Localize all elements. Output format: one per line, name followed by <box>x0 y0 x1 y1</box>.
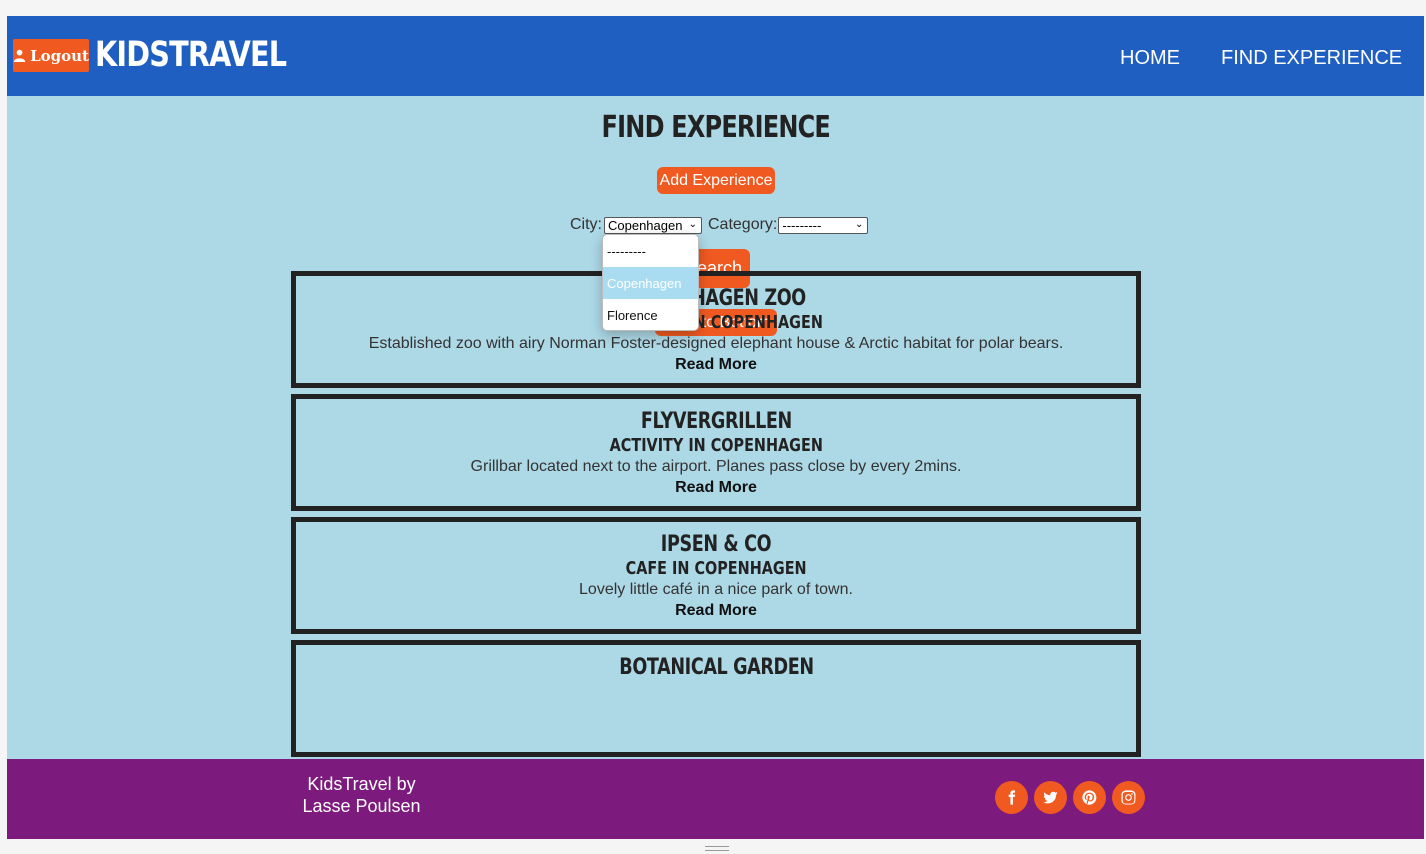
footer-line-1: KidsTravel by <box>307 774 416 794</box>
site-header: Logout KIDSTRAVEL HOME FIND EXPERIENCE <box>7 16 1424 96</box>
experience-subtitle: CAFE IN COPENHAGEN <box>625 558 807 579</box>
chevron-down-icon: ⌄ <box>854 218 864 230</box>
logout-button[interactable]: Logout <box>13 39 89 72</box>
city-option-florence[interactable]: Florence <box>603 299 698 330</box>
add-experience-button[interactable]: Add Experience <box>657 167 775 194</box>
experience-title: BOTANICAL GARDEN <box>618 655 814 680</box>
city-option-none[interactable]: --------- <box>603 235 698 267</box>
user-icon <box>13 49 26 63</box>
experience-card: COPENHAGEN ZOO ACTIVITY IN COPENHAGEN Es… <box>291 271 1141 388</box>
city-select-value: Copenhagen <box>608 217 683 233</box>
site-footer: KidsTravel by Lasse Poulsen <box>7 759 1424 839</box>
brand-logo[interactable]: KIDSTRAVEL <box>95 35 287 75</box>
filter-form: City: Copenhagen ⌄ Category: --------- ⌄ <box>570 216 869 234</box>
logout-label: Logout <box>30 46 89 65</box>
experience-title: COPENHAGEN ZOO <box>625 286 807 311</box>
resize-grip-icon[interactable] <box>705 846 729 851</box>
category-select-value: --------- <box>782 217 822 233</box>
nav-home[interactable]: HOME <box>1120 47 1180 70</box>
experience-subtitle: ACTIVITY IN COPENHAGEN <box>609 435 823 456</box>
footer-credit: KidsTravel by Lasse Poulsen <box>294 773 429 817</box>
city-dropdown-list: --------- Copenhagen Florence <box>602 234 699 331</box>
experience-description: Grillbar located next to the airport. Pl… <box>470 458 962 475</box>
category-select[interactable]: --------- ⌄ <box>778 216 869 234</box>
facebook-icon[interactable] <box>995 781 1028 814</box>
city-option-copenhagen[interactable]: Copenhagen <box>603 267 698 299</box>
experience-title: FLYVERGRILLEN <box>640 409 792 434</box>
page-title: FIND EXPERIENCE <box>601 110 830 145</box>
main-content: FIND EXPERIENCE Add Experience City: Cop… <box>7 96 1424 759</box>
experience-description: Established zoo with airy Norman Foster-… <box>368 335 1064 352</box>
city-label: City: <box>570 216 602 233</box>
pinterest-icon[interactable] <box>1073 781 1106 814</box>
footer-line-2: Lasse Poulsen <box>302 796 421 816</box>
experience-description: Lovely little café in a nice park of tow… <box>579 581 853 598</box>
experience-card: IPSEN & CO CAFE IN COPENHAGEN Lovely lit… <box>291 517 1141 634</box>
experience-card: BOTANICAL GARDEN <box>291 640 1141 757</box>
read-more-link[interactable]: Read More <box>296 356 1136 374</box>
read-more-link[interactable]: Read More <box>296 479 1136 497</box>
experience-title: IPSEN & CO <box>660 532 772 557</box>
page: Logout KIDSTRAVEL HOME FIND EXPERIENCE F… <box>7 16 1424 839</box>
city-select[interactable]: Copenhagen ⌄ <box>604 216 702 234</box>
twitter-icon[interactable] <box>1034 781 1067 814</box>
read-more-link[interactable]: Read More <box>296 602 1136 620</box>
experience-card: FLYVERGRILLEN ACTIVITY IN COPENHAGEN Gri… <box>291 394 1141 511</box>
instagram-icon[interactable] <box>1112 781 1145 814</box>
nav-find-experience[interactable]: FIND EXPERIENCE <box>1221 47 1402 70</box>
experience-subtitle: ACTIVITY IN COPENHAGEN <box>609 312 823 333</box>
chevron-down-icon: ⌄ <box>688 218 697 230</box>
category-label: Category: <box>708 216 778 233</box>
